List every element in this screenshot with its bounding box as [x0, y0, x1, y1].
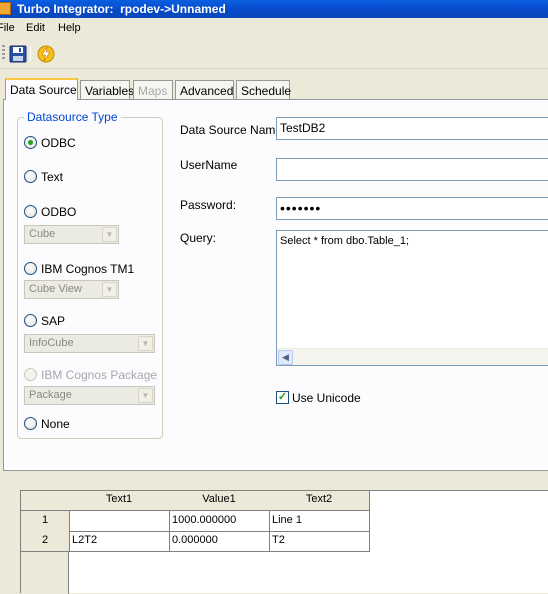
menu-bar: File Edit Help: [0, 18, 548, 38]
app-icon: [0, 2, 11, 15]
chevron-down-icon: ▼: [102, 282, 117, 297]
grid-cell[interactable]: L2T2: [69, 531, 170, 552]
package-select-value: Package: [29, 389, 72, 401]
tab-strip: Data Source Variables Maps Advanced Sche…: [0, 78, 548, 100]
password-field[interactable]: •••••••: [276, 197, 548, 220]
run-icon[interactable]: [36, 44, 56, 64]
radio-icon: [24, 205, 37, 218]
query-text: Select * from dbo.Table_1;: [280, 235, 410, 247]
chevron-left-icon[interactable]: ◀: [278, 350, 293, 365]
menu-edit[interactable]: Edit: [26, 22, 45, 34]
package-select: Package ▼: [24, 386, 155, 405]
infocube-select: InfoCube ▼: [24, 334, 155, 353]
column-header[interactable]: Text2: [269, 491, 370, 511]
grid-cell[interactable]: 0.000000: [169, 531, 270, 552]
radio-label: Text: [41, 170, 64, 184]
password-label: Password:: [180, 198, 237, 212]
radio-text[interactable]: Text: [24, 169, 154, 185]
grid-corner: [21, 491, 70, 511]
toolbar-separator: [30, 46, 31, 62]
save-icon[interactable]: [8, 44, 28, 64]
username-field[interactable]: [276, 158, 548, 181]
title-bar: Turbo Integrator: rpodev->Unnamed: [0, 0, 548, 18]
query-label: Query:: [180, 231, 217, 245]
grid-cell[interactable]: Line 1: [269, 511, 370, 532]
row-number: 2: [21, 531, 70, 552]
cube-select-value: Cube: [29, 228, 56, 240]
radio-label: None: [41, 417, 70, 431]
cube-view-select: Cube View ▼: [24, 280, 119, 299]
tab-advanced[interactable]: Advanced: [175, 80, 234, 100]
cube-select: Cube ▼: [24, 225, 119, 244]
radio-label: ODBC: [41, 136, 76, 150]
tab-schedule[interactable]: Schedule: [236, 80, 291, 100]
datasource-type-title: Datasource Type: [24, 110, 121, 124]
radio-icon: [24, 417, 37, 430]
radio-label: ODBO: [41, 205, 77, 219]
radio-label: IBM Cognos TM1: [41, 262, 135, 276]
infocube-select-value: InfoCube: [29, 337, 74, 349]
radio-label: SAP: [41, 314, 66, 328]
cube-view-select-value: Cube View: [29, 283, 82, 295]
datasource-name-label: Data Source Name:: [180, 123, 286, 137]
toolbar: [0, 38, 548, 69]
radio-icon: [24, 314, 37, 327]
radio-odbo[interactable]: ODBO: [24, 204, 154, 220]
tab-data-source[interactable]: Data Source: [5, 78, 78, 100]
radio-none[interactable]: None: [24, 416, 154, 432]
menu-file[interactable]: File: [0, 22, 15, 34]
radio-odbc[interactable]: ODBC: [24, 135, 154, 151]
toolbar-grip[interactable]: [2, 45, 5, 61]
chevron-down-icon: ▼: [138, 388, 153, 403]
radio-sap[interactable]: SAP: [24, 313, 154, 329]
grid-cell[interactable]: T2: [269, 531, 370, 552]
grid-cell[interactable]: [69, 511, 170, 532]
radio-icon: [24, 368, 37, 381]
radio-ibm-cognos-tm1[interactable]: IBM Cognos TM1: [24, 261, 154, 277]
radio-icon: [24, 170, 37, 183]
grid-cell[interactable]: 1000.000000: [169, 511, 270, 532]
datasource-name-field[interactable]: TestDB2: [276, 117, 548, 140]
chevron-down-icon: ▼: [102, 227, 117, 242]
username-label: UserName: [180, 158, 238, 172]
radio-ibm-cognos-package: IBM Cognos Package: [24, 367, 158, 383]
use-unicode-label: Use Unicode: [292, 391, 361, 405]
column-header[interactable]: Text1: [69, 491, 170, 511]
query-textarea[interactable]: Select * from dbo.Table_1; ◀: [276, 230, 548, 366]
radio-icon: [24, 262, 37, 275]
use-unicode-checkbox[interactable]: ✓: [276, 391, 289, 404]
menu-help[interactable]: Help: [58, 22, 81, 34]
query-horizontal-scrollbar[interactable]: ◀: [277, 348, 548, 365]
chevron-down-icon: ▼: [138, 336, 153, 351]
preview-grid: Text1 Value1 Text2 1 1000.000000 Line 1 …: [20, 490, 548, 594]
radio-selected-icon: [24, 136, 37, 149]
tab-variables[interactable]: Variables: [80, 80, 134, 100]
row-number: 1: [21, 511, 70, 532]
radio-label: IBM Cognos Package: [41, 368, 158, 382]
tab-maps: Maps: [133, 80, 173, 100]
window-title: Turbo Integrator: rpodev->Unnamed: [17, 2, 226, 16]
column-header[interactable]: Value1: [169, 491, 270, 511]
